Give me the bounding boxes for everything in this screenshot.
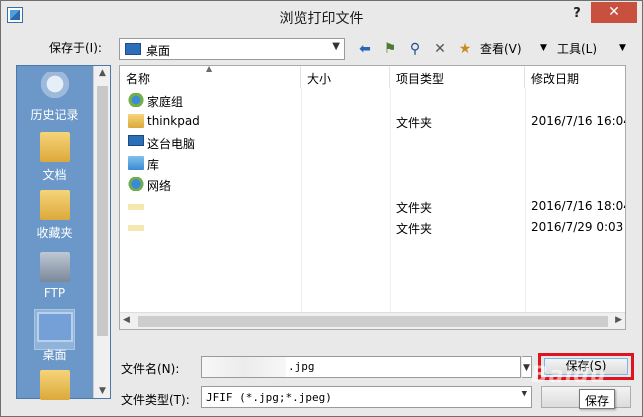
location-value: 桌面 bbox=[146, 44, 171, 58]
search-icon[interactable]: ⚲ bbox=[406, 40, 424, 58]
sort-caret-icon: ▲ bbox=[206, 65, 213, 73]
scroll-left-icon[interactable]: ◀ bbox=[123, 315, 130, 325]
place-desktop[interactable]: 桌面 bbox=[17, 309, 92, 363]
filetype-value: JFIF (*.jpg;*.jpeg) bbox=[206, 391, 332, 404]
back-arrow-icon[interactable]: ⬅ bbox=[356, 40, 374, 58]
column-header-type[interactable]: 项目类型 bbox=[390, 66, 525, 88]
place-ftp[interactable]: FTP bbox=[17, 252, 92, 300]
place-label: 历史记录 bbox=[30, 108, 79, 122]
selection-highlight bbox=[34, 309, 75, 350]
save-tooltip: 保存 bbox=[579, 389, 616, 409]
place-label: 文档 bbox=[42, 168, 67, 182]
file-row[interactable]: 网络 bbox=[120, 174, 625, 195]
tools-menu-button[interactable]: 工具(L) bbox=[557, 40, 597, 57]
file-list: 名称 ▲ 大小 项目类型 修改日期 家庭组 thinkpad 文件夹 2016/… bbox=[119, 65, 626, 330]
folder-icon bbox=[128, 225, 144, 231]
window-title: 浏览打印文件 bbox=[279, 11, 364, 27]
scroll-up-icon[interactable]: ▲ bbox=[94, 68, 111, 78]
close-button[interactable]: ✕ bbox=[591, 2, 637, 23]
filetype-dropdown[interactable]: JFIF (*.jpg;*.jpeg) ▼ bbox=[201, 386, 532, 408]
computer-icon bbox=[128, 135, 144, 146]
save-in-label: 保存于(I): bbox=[49, 41, 102, 55]
title-bar: 浏览打印文件 ? ✕ bbox=[1, 1, 642, 32]
new-folder-icon[interactable]: ★ bbox=[456, 40, 474, 58]
ftp-icon bbox=[39, 252, 70, 282]
file-row[interactable]: 文件夹 2016/7/16 18:04 bbox=[120, 196, 625, 217]
filetype-label: 文件类型(T): bbox=[121, 393, 190, 407]
places-bar: 历史记录 文档 收藏夹 FTP 桌面 ▲ ▼ bbox=[16, 65, 111, 400]
scroll-down-icon[interactable]: ▼ bbox=[94, 386, 111, 396]
location-dropdown[interactable]: 桌面 ▼ bbox=[119, 38, 345, 60]
file-row[interactable]: thinkpad 文件夹 2016/7/16 16:04 bbox=[120, 111, 625, 132]
place-more[interactable] bbox=[17, 370, 92, 400]
place-label: 收藏夹 bbox=[36, 226, 73, 240]
desktop-icon bbox=[125, 43, 141, 55]
place-history[interactable]: 历史记录 bbox=[17, 72, 92, 123]
chevron-down-icon[interactable]: ▼ bbox=[540, 43, 547, 53]
place-label: FTP bbox=[43, 286, 66, 300]
filename-label: 文件名(N): bbox=[121, 362, 180, 376]
homegroup-icon bbox=[128, 93, 144, 107]
scroll-right-icon[interactable]: ▶ bbox=[615, 315, 622, 325]
favorites-folder-icon bbox=[39, 190, 70, 220]
column-header-size[interactable]: 大小 bbox=[301, 66, 390, 88]
network-icon bbox=[128, 177, 144, 191]
scroll-thumb[interactable] bbox=[138, 316, 608, 327]
chevron-down-icon[interactable]: ▼ bbox=[619, 43, 626, 53]
save-dialog: 浏览打印文件 ? ✕ 保存于(I): 桌面 ▼ ⬅ ⚑ ⚲ ✕ ★ 查看(V) … bbox=[0, 0, 643, 417]
documents-folder-icon bbox=[39, 132, 70, 162]
file-row[interactable]: 家庭组 bbox=[120, 90, 625, 111]
column-header-name[interactable]: 名称 ▲ bbox=[120, 66, 301, 88]
scroll-thumb[interactable] bbox=[97, 86, 108, 336]
file-row[interactable]: 文件夹 2016/7/29 0:03 bbox=[120, 217, 625, 238]
column-header-date[interactable]: 修改日期 bbox=[525, 66, 625, 88]
help-button[interactable]: ? bbox=[567, 4, 587, 24]
library-icon bbox=[128, 156, 144, 170]
file-row[interactable]: 库 bbox=[120, 153, 625, 174]
place-documents[interactable]: 文档 bbox=[17, 132, 92, 183]
user-folder-icon bbox=[128, 114, 144, 128]
folder-icon bbox=[128, 204, 144, 210]
history-icon bbox=[39, 72, 70, 102]
file-row[interactable]: 这台电脑 bbox=[120, 132, 625, 153]
up-folder-icon[interactable]: ⚑ bbox=[381, 40, 399, 58]
places-scrollbar[interactable]: ▲ ▼ bbox=[93, 66, 110, 398]
delete-icon[interactable]: ✕ bbox=[431, 40, 449, 58]
chevron-down-icon: ▼ bbox=[332, 41, 340, 52]
folder-icon bbox=[39, 370, 70, 400]
view-menu-button[interactable]: 查看(V) bbox=[480, 40, 522, 57]
chevron-down-icon: ▼ bbox=[521, 389, 527, 399]
horizontal-scrollbar[interactable]: ◀ ▶ bbox=[120, 312, 625, 329]
watermark-text: Baidu bbox=[531, 363, 607, 388]
place-favorites[interactable]: 收藏夹 bbox=[17, 190, 92, 241]
blurred-filename-region bbox=[202, 357, 286, 377]
